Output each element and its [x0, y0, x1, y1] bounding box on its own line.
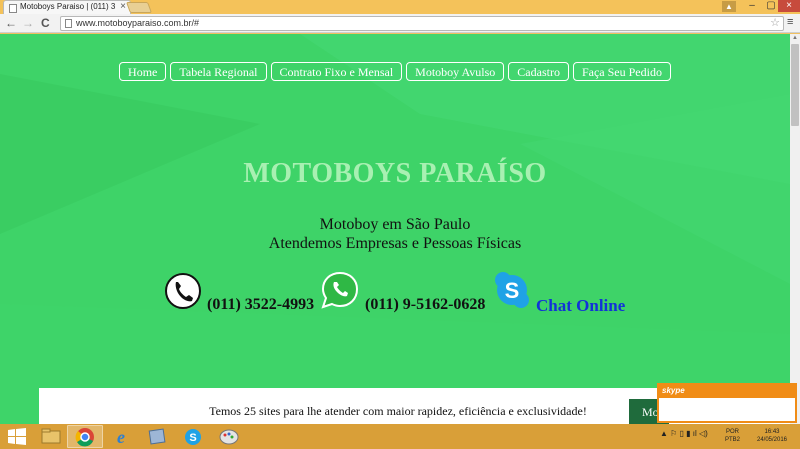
nav-home[interactable]: Home: [119, 62, 167, 81]
hero-title: MOTOBOYS PARAÍSO: [243, 158, 547, 189]
close-tab-icon[interactable]: ×: [120, 1, 126, 12]
paint-taskbar-button[interactable]: [211, 425, 247, 448]
user-icon[interactable]: ▲: [722, 1, 736, 12]
chrome-icon: [75, 428, 94, 447]
browser-tab[interactable]: Motoboys Paraiso | (011) 3 ×: [3, 0, 131, 14]
skype-icon: S: [185, 429, 201, 445]
nav-tabela-regional[interactable]: Tabela Regional: [170, 62, 267, 81]
address-bar[interactable]: www.motoboyparaiso.com.br/# ☆: [60, 16, 784, 31]
reload-icon[interactable]: C: [41, 16, 50, 30]
hero-subtitle-secondary: Atendemos Empresas e Pessoas Físicas: [268, 235, 522, 252]
nav-motoboy-avulso[interactable]: Motoboy Avulso: [406, 62, 505, 81]
forward-icon[interactable]: →: [22, 16, 34, 30]
phone-icon: [165, 273, 201, 309]
page-icon: [65, 19, 72, 28]
internet-explorer-icon: e: [117, 427, 125, 447]
svg-text:S: S: [189, 432, 196, 444]
skype-icon: S: [495, 272, 529, 308]
chat-online-link[interactable]: Chat Online: [536, 296, 625, 316]
clock[interactable]: 16:43 24/05/2016: [752, 428, 792, 444]
web-page: Home Tabela Regional Contrato Fixo e Men…: [0, 34, 790, 424]
nav-cadastro[interactable]: Cadastro: [508, 62, 569, 81]
folder-icon: [41, 428, 61, 444]
back-icon[interactable]: ←: [5, 16, 17, 30]
skype-taskbar-button[interactable]: S: [175, 425, 211, 448]
phone-contact[interactable]: (011) 3522-4993: [164, 272, 324, 313]
close-window-button[interactable]: ×: [778, 0, 800, 12]
paint-icon: [219, 429, 239, 445]
language-code: POR: [726, 429, 740, 435]
whatsapp-number: (011) 9-5162-0628: [365, 296, 486, 313]
clock-date: 24/05/2016: [756, 437, 788, 443]
language-indicator[interactable]: POR PTB2: [725, 428, 740, 444]
whatsapp-icon: [321, 271, 359, 309]
scroll-up-icon[interactable]: ▲: [792, 35, 798, 41]
tab-title: Motoboys Paraiso | (011) 3: [20, 2, 116, 11]
clock-time: 16:43: [764, 429, 780, 435]
whatsapp-contact[interactable]: (011) 9-5162-0628: [320, 271, 492, 313]
tray-icons[interactable]: ▲ ⚐ ▯ ▮ ıl ◁): [660, 429, 708, 438]
bookmark-star-icon[interactable]: ☆: [770, 16, 780, 29]
skype-popup-header: skype: [659, 385, 795, 398]
document-icon: [148, 428, 166, 445]
main-nav: Home Tabela Regional Contrato Fixo e Men…: [0, 62, 790, 81]
ie-taskbar-button[interactable]: e: [103, 425, 139, 448]
svg-text:S: S: [505, 278, 520, 303]
nav-contrato-fixo[interactable]: Contrato Fixo e Mensal: [270, 62, 403, 81]
chrome-taskbar-button[interactable]: [67, 425, 103, 448]
file-explorer-taskbar-button[interactable]: [33, 425, 69, 448]
page-icon: [9, 4, 17, 13]
skype-chat-popup[interactable]: skype: [657, 383, 797, 423]
skype-logo: skype: [662, 386, 685, 395]
browser-titlebar: Motoboys Paraiso | (011) 3 × ▲ – ▢ ×: [0, 0, 800, 14]
hero-subtitle: Motoboy em São Paulo: [319, 216, 471, 233]
skype-chat-contact[interactable]: S Chat Online: [493, 272, 628, 315]
nav-faca-seu-pedido[interactable]: Faça Seu Pedido: [572, 62, 671, 81]
scroll-thumb[interactable]: [791, 44, 799, 126]
svg-text:e: e: [117, 427, 125, 447]
app-taskbar-button[interactable]: [139, 425, 175, 448]
windows-taskbar: e S ▲ ⚐ ▯ ▮ ıl ◁) POR PTB2 16:43 24/05/2…: [0, 424, 800, 449]
keyboard-layout: PTB2: [725, 437, 741, 443]
windows-start-icon[interactable]: [8, 428, 26, 445]
url-text[interactable]: www.motoboyparaiso.com.br/#: [76, 18, 199, 28]
new-tab-button[interactable]: [125, 2, 153, 13]
phone-number: (011) 3522-4993: [207, 296, 315, 313]
page-scrollbar[interactable]: ▲ ▼: [790, 34, 800, 424]
browser-toolbar: ← → C www.motoboyparaiso.com.br/# ☆ ≡: [0, 14, 800, 33]
chrome-menu-icon[interactable]: ≡: [787, 16, 793, 28]
